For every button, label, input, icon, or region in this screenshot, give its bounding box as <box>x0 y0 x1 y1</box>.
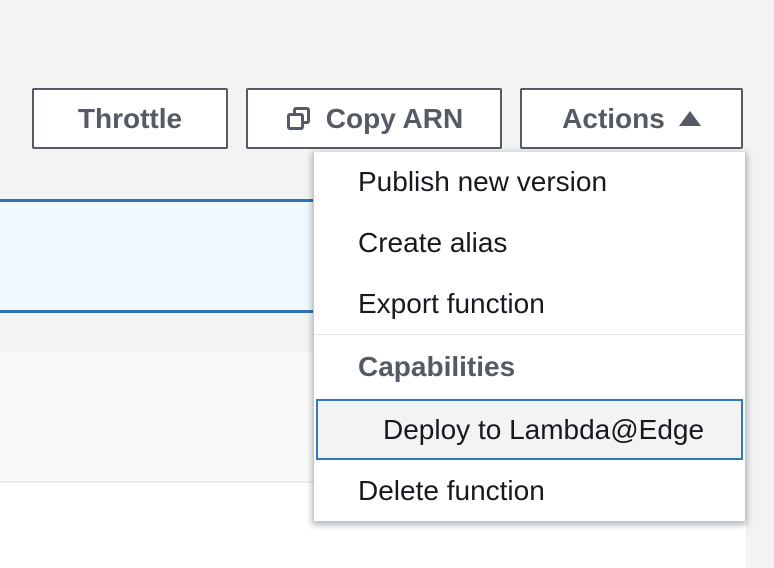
menu-item-deploy-to-lambda-edge[interactable]: Deploy to Lambda@Edge <box>316 399 743 461</box>
menu-group-header-capabilities: Capabilities <box>314 335 745 400</box>
actions-menu: Publish new version Create alias Export … <box>313 152 746 522</box>
actions-button-label: Actions <box>562 102 665 134</box>
caret-up-icon <box>678 111 701 126</box>
throttle-button[interactable]: Throttle <box>32 88 228 149</box>
menu-item-create-alias[interactable]: Create alias <box>314 212 745 274</box>
throttle-button-label: Throttle <box>77 102 183 134</box>
copy-icon <box>285 105 312 132</box>
actions-button[interactable]: Actions <box>520 88 743 149</box>
menu-item-publish-new-version[interactable]: Publish new version <box>314 152 745 213</box>
copy-arn-button[interactable]: Copy ARN <box>246 88 502 149</box>
page-background: Throttle Copy ARN Actions Publish new ve… <box>0 0 774 568</box>
copy-arn-button-label: Copy ARN <box>325 102 464 134</box>
menu-item-delete-function[interactable]: Delete function <box>314 460 745 521</box>
menu-item-export-function[interactable]: Export function <box>314 273 745 335</box>
